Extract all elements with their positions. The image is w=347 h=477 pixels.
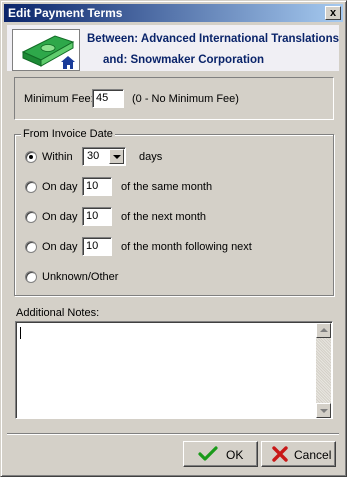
within-days-select[interactable]: 30 xyxy=(82,147,126,166)
ok-label: OK xyxy=(226,448,244,462)
button-divider xyxy=(7,433,339,435)
checkmark-icon xyxy=(198,446,218,465)
group-caption: From Invoice Date xyxy=(21,128,115,140)
following-month-suffix: of the month following next xyxy=(121,241,252,253)
following-month-on-day-label[interactable]: On day xyxy=(42,241,77,253)
cancel-label: Cancel xyxy=(294,448,332,462)
next-month-on-day-label[interactable]: On day xyxy=(42,211,77,223)
minimum-fee-label: Minimum Fee: xyxy=(24,93,94,105)
additional-notes-textarea[interactable] xyxy=(15,321,333,419)
within-radio[interactable] xyxy=(25,151,37,163)
x-mark-icon xyxy=(272,446,288,465)
between-label: Between: Advanced International Translat… xyxy=(87,33,339,45)
chevron-down-icon[interactable] xyxy=(109,149,124,164)
header-panel: Between: Advanced International Translat… xyxy=(7,25,339,71)
notes-scrollbar[interactable] xyxy=(316,323,331,418)
minimum-fee-hint: (0 - No Minimum Fee) xyxy=(132,93,239,105)
same-month-day-input[interactable]: 10 xyxy=(82,177,112,196)
invoice-date-group: From Invoice Date Within 30 days On day … xyxy=(14,128,334,296)
days-label: days xyxy=(139,151,163,163)
scroll-down-icon[interactable] xyxy=(316,403,331,418)
following-month-radio[interactable] xyxy=(25,241,37,253)
next-month-day-input[interactable]: 10 xyxy=(82,207,112,226)
within-label[interactable]: Within xyxy=(42,151,73,163)
text-caret xyxy=(20,327,21,339)
money-house-icon xyxy=(12,29,80,71)
and-label: and: Snowmaker Corporation xyxy=(103,54,265,66)
next-month-suffix: of the next month xyxy=(121,211,206,223)
minimum-fee-input[interactable]: 45 xyxy=(92,89,124,108)
unknown-other-label[interactable]: Unknown/Other xyxy=(42,271,118,283)
close-button[interactable]: x xyxy=(325,6,341,20)
same-month-suffix: of the same month xyxy=(121,181,213,193)
scroll-up-icon[interactable] xyxy=(316,323,331,338)
title-bar[interactable]: Edit Payment Terms x xyxy=(4,4,343,22)
window-title: Edit Payment Terms xyxy=(8,6,123,20)
same-month-on-day-label[interactable]: On day xyxy=(42,181,77,193)
additional-notes-label: Additional Notes: xyxy=(16,307,100,319)
same-month-radio[interactable] xyxy=(25,181,37,193)
ok-button[interactable]: OK xyxy=(183,441,258,467)
following-month-day-input[interactable]: 10 xyxy=(82,237,112,256)
cancel-button[interactable]: Cancel xyxy=(261,441,336,467)
minimum-fee-panel: Minimum Fee: 45 (0 - No Minimum Fee) xyxy=(14,77,334,120)
within-days-value: 30 xyxy=(87,150,100,162)
unknown-other-radio[interactable] xyxy=(25,271,37,283)
dialog-window: Edit Payment Terms x Between: Advanced I… xyxy=(0,0,347,477)
next-month-radio[interactable] xyxy=(25,211,37,223)
